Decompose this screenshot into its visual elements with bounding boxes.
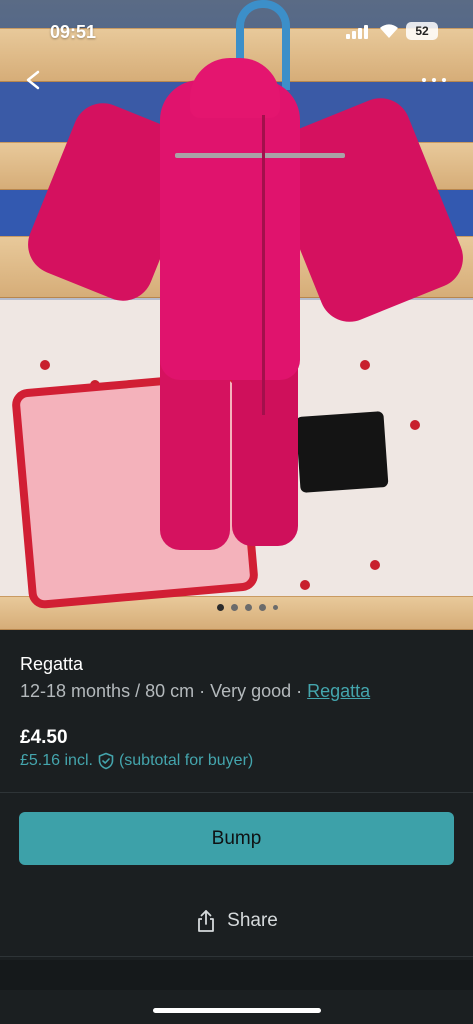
bump-button[interactable]: Bump: [19, 812, 454, 865]
status-bar: 09:51 52: [0, 16, 473, 48]
carousel-dot: [217, 604, 224, 611]
divider: [0, 792, 473, 793]
reflective-strip: [175, 153, 345, 158]
suit-zipper: [262, 115, 265, 415]
carousel-dot: [273, 605, 278, 610]
carousel-indicator[interactable]: [213, 602, 283, 612]
tablet-device: [295, 411, 389, 493]
home-indicator[interactable]: [153, 1008, 321, 1013]
pink-rainsuit: [160, 80, 300, 380]
battery-icon: 52: [406, 22, 438, 40]
price-incl-note: (subtotal for buyer): [118, 752, 254, 769]
price-incl-value: £5.16 incl.: [20, 752, 93, 769]
brand-link[interactable]: Regatta: [307, 681, 370, 701]
more-options-icon[interactable]: [422, 74, 450, 86]
cherry-pattern: [360, 360, 370, 370]
item-details-panel: Regatta 12-18 months / 80 cm · Very good…: [0, 630, 473, 1024]
cherry-pattern: [40, 360, 50, 370]
status-time: 09:51: [50, 22, 97, 42]
cherry-pattern: [300, 580, 310, 590]
item-price: £4.50: [20, 727, 68, 748]
item-size-condition: 12-18 months / 80 cm · Very good · Regat…: [20, 681, 370, 702]
size-condition-text: 12-18 months / 80 cm · Very good ·: [20, 681, 308, 701]
cherry-pattern: [370, 560, 380, 570]
wifi-icon: [380, 24, 398, 38]
price-incl-buyer[interactable]: £5.16 incl. (subtotal for buyer): [20, 752, 253, 770]
carousel-dot: [259, 604, 266, 611]
cellular-signal-icon: [346, 25, 370, 39]
carousel-dot: [231, 604, 238, 611]
item-photo[interactable]: [0, 0, 473, 630]
back-arrow-icon[interactable]: [18, 64, 50, 96]
buyer-protection-shield-icon: [98, 752, 114, 770]
share-label: Share: [227, 910, 278, 931]
carousel-dot: [245, 604, 252, 611]
item-title: Regatta: [20, 654, 84, 674]
bottom-section: [0, 960, 473, 990]
share-button[interactable]: Share: [0, 902, 473, 940]
share-icon: [198, 910, 215, 932]
cherry-pattern: [410, 420, 420, 430]
divider: [0, 956, 473, 957]
